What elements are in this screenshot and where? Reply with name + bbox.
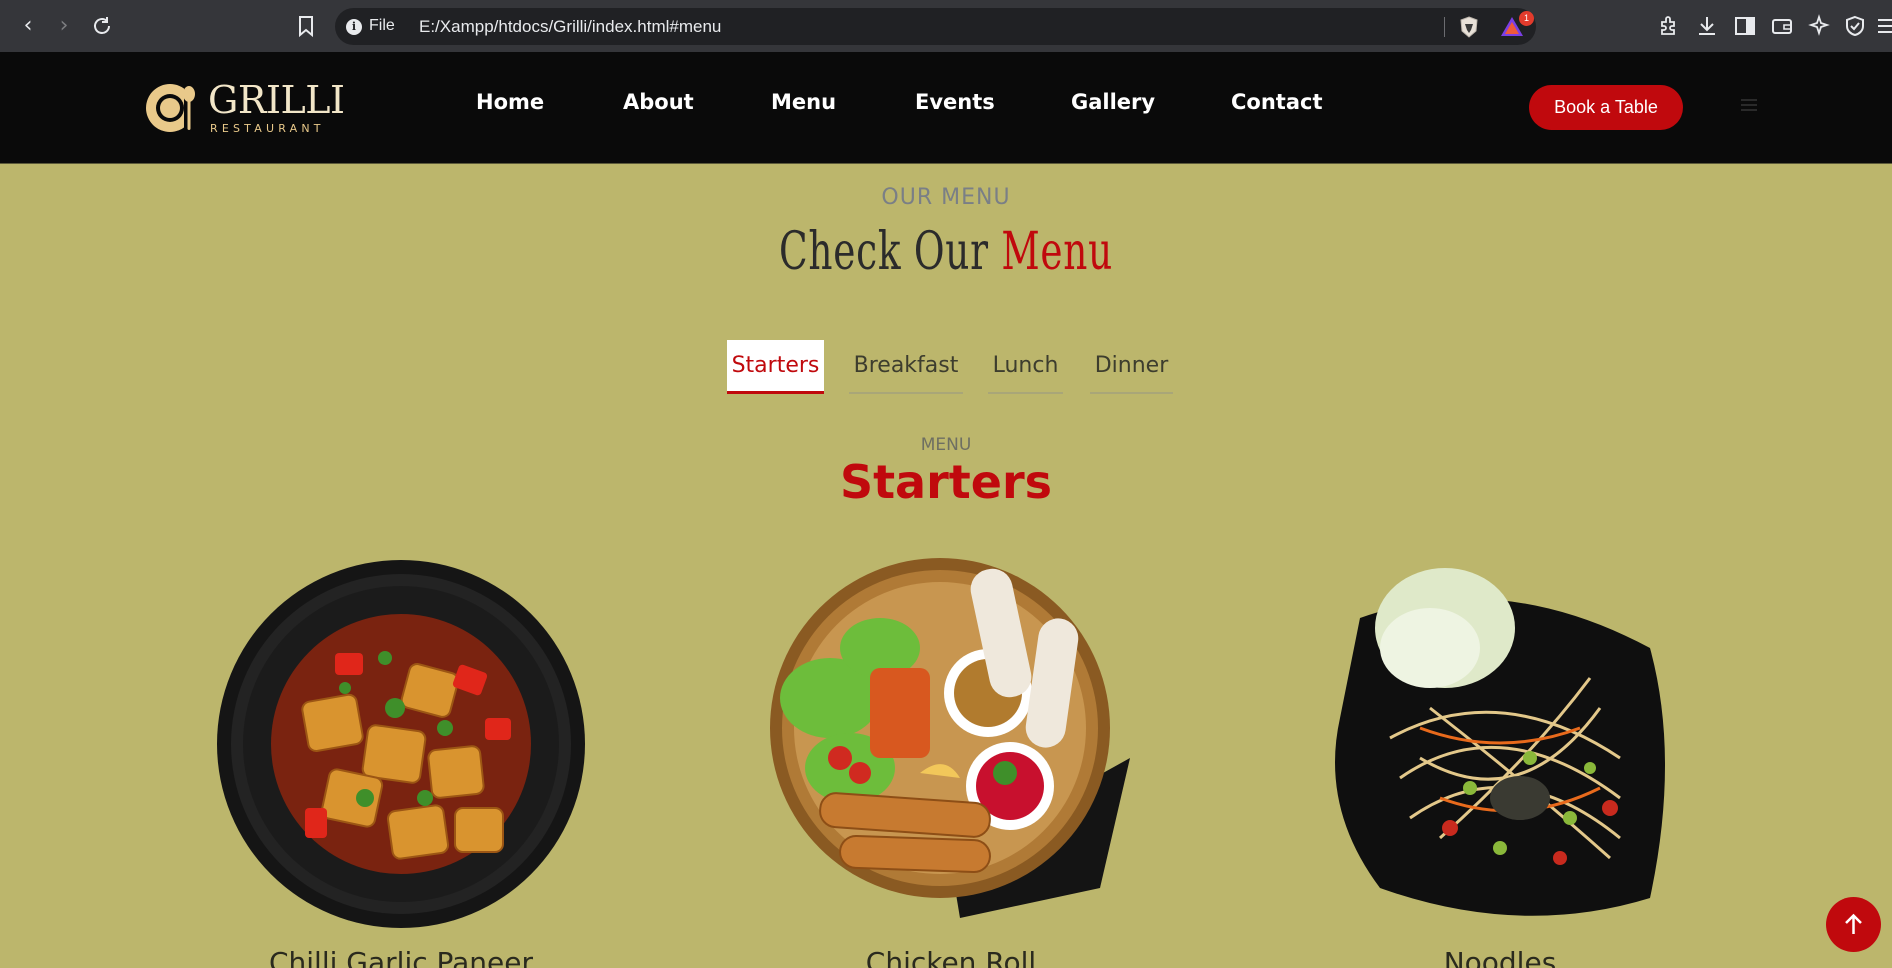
- bookmark-icon[interactable]: [296, 14, 316, 38]
- download-icon[interactable]: [1695, 14, 1719, 38]
- site-header: GRILLI RESTAURANT Home About Menu Events…: [0, 52, 1892, 164]
- logo-name: GRILLI: [208, 78, 345, 122]
- logo-subtitle: RESTAURANT: [210, 122, 325, 135]
- tab-dinner[interactable]: Dinner: [1090, 340, 1173, 394]
- dish-image-paneer[interactable]: [215, 558, 587, 934]
- nav-gallery[interactable]: Gallery: [1071, 90, 1155, 114]
- info-icon[interactable]: i: [346, 19, 362, 35]
- logo[interactable]: GRILLI RESTAURANT: [144, 78, 345, 136]
- book-table-button[interactable]: Book a Table: [1529, 85, 1683, 130]
- back-icon[interactable]: ‹: [14, 12, 42, 40]
- nav-events[interactable]: Events: [915, 90, 995, 114]
- address-url[interactable]: E:/Xampp/htdocs/Grilli/index.html#menu: [419, 17, 721, 37]
- dish-name[interactable]: Noodles: [1300, 946, 1700, 968]
- nav-home[interactable]: Home: [476, 90, 544, 114]
- section-title: Check Our Menu: [265, 222, 1627, 282]
- nav-contact[interactable]: Contact: [1231, 90, 1323, 114]
- section-title-part1: Check Our: [779, 222, 989, 282]
- forward-icon[interactable]: ›: [50, 12, 78, 40]
- menu-tabs: Starters Breakfast Lunch Dinner: [0, 340, 1892, 396]
- hamburger-icon[interactable]: [1741, 99, 1757, 111]
- section-title-part2: Menu: [1001, 222, 1113, 282]
- nav-about[interactable]: About: [623, 90, 694, 114]
- dish-name[interactable]: Chicken Roll: [751, 946, 1151, 968]
- section-eyebrow: OUR MENU: [881, 185, 1011, 210]
- menu-icon[interactable]: [1878, 14, 1892, 38]
- browser-toolbar: ‹ › i File E:/Xampp/htdocs/Grilli/index.…: [0, 0, 1892, 52]
- nav-menu[interactable]: Menu: [771, 90, 836, 114]
- tab-breakfast[interactable]: Breakfast: [849, 340, 963, 394]
- tab-starters[interactable]: Starters: [727, 340, 824, 394]
- dish-name[interactable]: Chilli Garlic Paneer: [201, 946, 601, 968]
- vpn-shield-icon[interactable]: [1843, 14, 1867, 38]
- wallet-icon[interactable]: [1770, 14, 1794, 38]
- menu-eyebrow: MENU: [920, 435, 972, 455]
- address-file-label: File: [369, 17, 395, 34]
- sidebar-icon[interactable]: [1733, 14, 1757, 38]
- leo-ai-icon[interactable]: [1807, 14, 1831, 38]
- address-bar[interactable]: i File E:/Xampp/htdocs/Grilli/index.html…: [335, 8, 1536, 45]
- extensions-icon[interactable]: [1657, 14, 1681, 38]
- arrow-up-icon: [1845, 913, 1862, 934]
- rewards-badge: 1: [1519, 11, 1534, 26]
- brave-shield-icon[interactable]: [1458, 15, 1480, 39]
- back-to-top-button[interactable]: [1826, 897, 1881, 952]
- logo-plate-icon: [146, 82, 196, 134]
- dish-image-noodles[interactable]: [1320, 558, 1680, 934]
- address-divider: [1444, 17, 1445, 37]
- dish-image-chicken-roll[interactable]: [760, 558, 1140, 922]
- menu-heading: Starters: [839, 455, 1053, 509]
- tab-lunch[interactable]: Lunch: [988, 340, 1063, 394]
- reload-icon[interactable]: [88, 12, 116, 40]
